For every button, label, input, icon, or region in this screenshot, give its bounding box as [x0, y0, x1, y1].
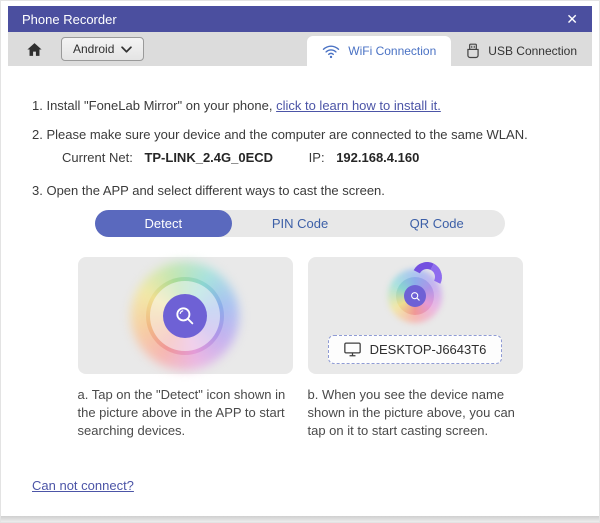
window-title: Phone Recorder	[22, 12, 117, 27]
main-content: 1. Install "FoneLab Mirror" on your phon…	[8, 66, 592, 518]
usb-icon	[466, 43, 480, 59]
casting-rainbow-icon	[386, 267, 444, 325]
phone-recorder-window: Phone Recorder ✕ Android WiFi Connection	[0, 0, 600, 523]
toolbar: Android WiFi Connection USB Conne	[8, 32, 592, 66]
device-name: DESKTOP-J6643T6	[370, 342, 487, 357]
mini-search-icon	[404, 285, 426, 307]
network-info: Current Net: TP-LINK_2.4G_0ECD IP: 192.1…	[32, 148, 568, 167]
detect-rainbow-icon	[131, 262, 239, 370]
segment-pin-code[interactable]: PIN Code	[232, 210, 369, 237]
detect-illustration-panel	[78, 257, 293, 374]
tab-wifi-label: WiFi Connection	[348, 44, 436, 58]
install-help-link[interactable]: click to learn how to install it.	[276, 98, 441, 113]
caption-a: a. Tap on the "Detect" icon shown in the…	[78, 386, 293, 440]
chevron-down-icon	[121, 46, 132, 53]
ip-label: IP:	[309, 150, 325, 165]
window-bottom-edge	[1, 516, 599, 522]
step-3: 3. Open the APP and select different way…	[32, 181, 568, 200]
step-1-text: 1. Install "FoneLab Mirror" on your phon…	[32, 98, 272, 113]
step-1: 1. Install "FoneLab Mirror" on your phon…	[32, 96, 568, 115]
wifi-icon	[322, 44, 340, 59]
panel-captions: a. Tap on the "Detect" icon shown in the…	[32, 386, 568, 440]
device-type-dropdown[interactable]: Android	[61, 37, 144, 61]
device-name-button[interactable]: DESKTOP-J6643T6	[328, 335, 503, 364]
tab-usb-connection[interactable]: USB Connection	[451, 36, 592, 66]
tab-usb-label: USB Connection	[488, 44, 577, 58]
titlebar: Phone Recorder ✕	[8, 6, 592, 32]
cannot-connect-link[interactable]: Can not connect?	[32, 478, 134, 493]
current-net-label: Current Net:	[62, 150, 133, 165]
tab-wifi-connection[interactable]: WiFi Connection	[307, 36, 451, 66]
illustration-panels: DESKTOP-J6643T6	[32, 257, 568, 374]
device-illustration-panel: DESKTOP-J6643T6	[308, 257, 523, 374]
connect-method-segmented-control: Detect PIN Code QR Code	[95, 210, 505, 237]
connection-tabs: WiFi Connection USB Connection	[307, 36, 592, 66]
ip-value: 192.168.4.160	[336, 150, 419, 165]
search-icon	[163, 294, 207, 338]
caption-b: b. When you see the device name shown in…	[308, 386, 523, 440]
home-icon[interactable]	[26, 41, 43, 58]
segment-detect[interactable]: Detect	[95, 210, 232, 237]
close-icon[interactable]: ✕	[566, 12, 578, 26]
monitor-icon	[344, 342, 361, 357]
device-type-label: Android	[73, 42, 114, 56]
current-net-value: TP-LINK_2.4G_0ECD	[144, 150, 273, 165]
segment-qr-code[interactable]: QR Code	[368, 210, 505, 237]
step-2: 2. Please make sure your device and the …	[32, 125, 568, 144]
